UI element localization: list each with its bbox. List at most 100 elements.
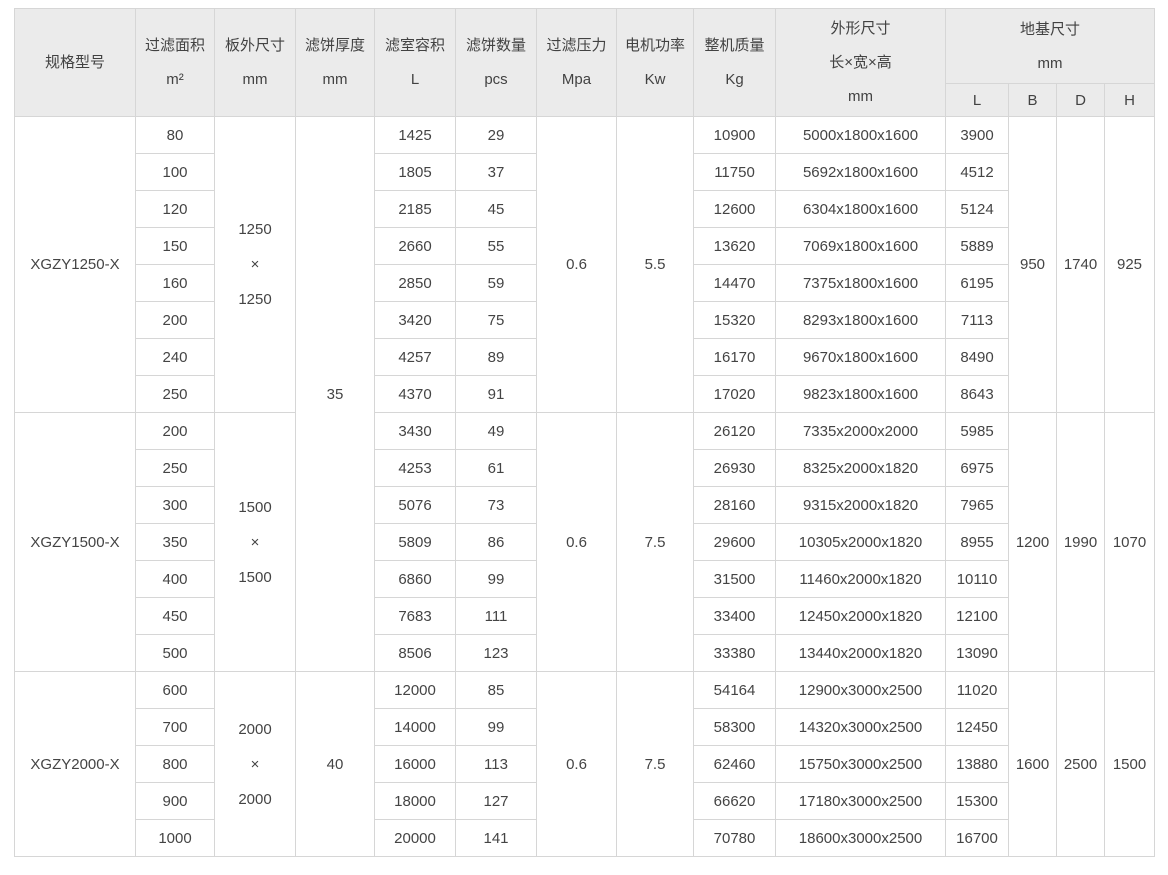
col-header-plate-size-unit: mm — [242, 71, 268, 88]
overall-size-cell: 5000x1800x1600 — [775, 116, 946, 154]
overall-size-cell: 10305x2000x1820 — [775, 523, 946, 561]
motor-power-cell: 7.5 — [616, 671, 694, 857]
plate-size-stack: 1500 × 1500 — [217, 500, 293, 585]
spec-table-body: XGZY1250-X 80 1250 × 1250 35 1425 29 0.6 5.5 10900… — [14, 116, 1156, 857]
col-header-foundation-l: L — [945, 83, 1009, 117]
chamber-volume-cell: 4253 — [374, 449, 456, 487]
chamber-volume-cell: 3430 — [374, 412, 456, 450]
chamber-volume-cell: 6860 — [374, 560, 456, 598]
col-header-cake-thickness-title: 滤饼厚度 — [304, 37, 365, 54]
chamber-volume-cell: 1805 — [374, 153, 456, 191]
foundation-h-cell: 1500 — [1103, 671, 1156, 857]
plate-size-line: × — [250, 256, 260, 273]
foundation-b-cell: 950 — [1008, 116, 1057, 413]
cake-count-cell: 99 — [455, 708, 537, 746]
col-header-cake-count: 滤饼数量 pcs — [455, 8, 537, 117]
col-header-filter-pressure-unit: Mpa — [561, 71, 592, 88]
overall-size-cell: 5692x1800x1600 — [775, 153, 946, 191]
col-header-foundation-b: B — [1008, 83, 1057, 117]
machine-weight-cell: 13620 — [693, 227, 776, 265]
overall-size-cell: 12450x2000x1820 — [775, 597, 946, 635]
table-row: XGZY1250-X 80 1250 × 1250 35 1425 29 0.6 5.5 10900… — [14, 116, 1156, 672]
filter-area-cell: 250 — [135, 375, 215, 413]
chamber-volume-cell: 4370 — [374, 375, 456, 413]
filter-area-cell: 120 — [135, 190, 215, 228]
machine-weight-cell: 14470 — [693, 264, 776, 302]
overall-size-cell: 8293x1800x1600 — [775, 301, 946, 339]
motor-power-cell: 7.5 — [616, 412, 694, 672]
cake-count-cell: 85 — [455, 671, 537, 709]
plate-size-line: 1500 — [238, 498, 272, 516]
foundation-l-cell: 5985 — [945, 412, 1009, 450]
foundation-l-cell: 13880 — [945, 745, 1009, 783]
cake-count-cell: 45 — [455, 190, 537, 228]
machine-weight-cell: 58300 — [693, 708, 776, 746]
col-header-filter-pressure: 过滤压力 Mpa — [536, 8, 617, 117]
overall-size-cell: 9315x2000x1820 — [775, 486, 946, 524]
machine-weight-cell: 70780 — [693, 819, 776, 857]
foundation-d-cell: 1990 — [1056, 412, 1105, 672]
model-cell: XGZY1250-X — [14, 116, 136, 413]
chamber-volume-cell: 8506 — [374, 634, 456, 672]
foundation-l-cell: 8955 — [945, 523, 1009, 561]
filter-area-cell: 600 — [135, 671, 215, 709]
cake-count-cell: 59 — [455, 264, 537, 302]
foundation-b-cell: 1200 — [1008, 412, 1057, 672]
chamber-volume-cell: 20000 — [374, 819, 456, 857]
chamber-volume-cell: 16000 — [374, 745, 456, 783]
col-header-cake-count-unit: pcs — [484, 71, 508, 88]
col-header-overall-size-unit: mm — [848, 88, 873, 105]
model-cell: XGZY1500-X — [14, 412, 136, 672]
foundation-l-cell: 8643 — [945, 375, 1009, 413]
col-header-plate-size: 板外尺寸 mm — [214, 8, 296, 117]
foundation-l-cell: 16700 — [945, 819, 1009, 857]
machine-weight-cell: 16170 — [693, 338, 776, 376]
foundation-l-cell: 12100 — [945, 597, 1009, 635]
col-header-model-label: 规格型号 — [44, 54, 105, 71]
col-header-overall-size-title: 外形尺寸 — [830, 20, 891, 37]
overall-size-cell: 8325x2000x1820 — [775, 449, 946, 487]
filter-area-cell: 1000 — [135, 819, 215, 857]
table-row: XGZY1500-X 200 1500 × 1500 3430 49 0.6 7.5 26120 7… — [14, 412, 1156, 672]
filter-area-cell: 150 — [135, 227, 215, 265]
filter-area-cell: 900 — [135, 782, 215, 820]
cake-count-cell: 37 — [455, 153, 537, 191]
cake-count-cell: 111 — [455, 597, 537, 635]
col-header-chamber-volume: 滤室容积 L — [374, 8, 456, 117]
spec-table-header: 规格型号 过滤面积 m² 板外尺寸 mm 滤饼厚度 mm 滤室容积 L 滤饼数量… — [14, 8, 1156, 117]
col-header-plate-size-title: 板外尺寸 — [224, 37, 285, 54]
machine-weight-cell: 15320 — [693, 301, 776, 339]
machine-weight-cell: 28160 — [693, 486, 776, 524]
overall-size-cell: 9823x1800x1600 — [775, 375, 946, 413]
plate-size-cell: 1250 × 1250 — [214, 116, 296, 413]
plate-size-stack: 2000 × 2000 — [217, 722, 293, 807]
plate-size-line: 1250 — [238, 291, 272, 308]
filter-area-cell: 700 — [135, 708, 215, 746]
machine-weight-cell: 66620 — [693, 782, 776, 820]
overall-size-cell: 14320x3000x2500 — [775, 708, 946, 746]
filter-area-cell: 500 — [135, 634, 215, 672]
col-header-filter-area-title: 过滤面积 — [144, 37, 205, 54]
col-header-overall-size: 外形尺寸 长×宽×高 mm — [775, 8, 946, 117]
plate-size-cell: 2000 × 2000 — [214, 671, 296, 857]
col-header-filter-pressure-title: 过滤压力 — [546, 37, 607, 54]
filter-pressure-cell: 0.6 — [536, 671, 617, 857]
foundation-h-cell: 925 — [1103, 116, 1156, 413]
foundation-l-cell: 5889 — [945, 227, 1009, 265]
overall-size-cell: 9670x1800x1600 — [775, 338, 946, 376]
model-cell: XGZY2000-X — [14, 671, 136, 857]
motor-power-cell: 5.5 — [616, 116, 694, 413]
col-header-chamber-volume-unit: L — [410, 71, 420, 88]
machine-weight-cell: 62460 — [693, 745, 776, 783]
filter-pressure-cell: 0.6 — [536, 116, 617, 413]
filter-area-cell: 80 — [135, 116, 215, 154]
chamber-volume-cell: 2660 — [374, 227, 456, 265]
machine-weight-cell: 26120 — [693, 412, 776, 450]
overall-size-cell: 6304x1800x1600 — [775, 190, 946, 228]
filter-pressure-cell: 0.6 — [536, 412, 617, 672]
foundation-l-cell: 15300 — [945, 782, 1009, 820]
cake-count-cell: 141 — [455, 819, 537, 857]
machine-weight-cell: 26930 — [693, 449, 776, 487]
chamber-volume-cell: 3420 — [374, 301, 456, 339]
filter-area-cell: 300 — [135, 486, 215, 524]
